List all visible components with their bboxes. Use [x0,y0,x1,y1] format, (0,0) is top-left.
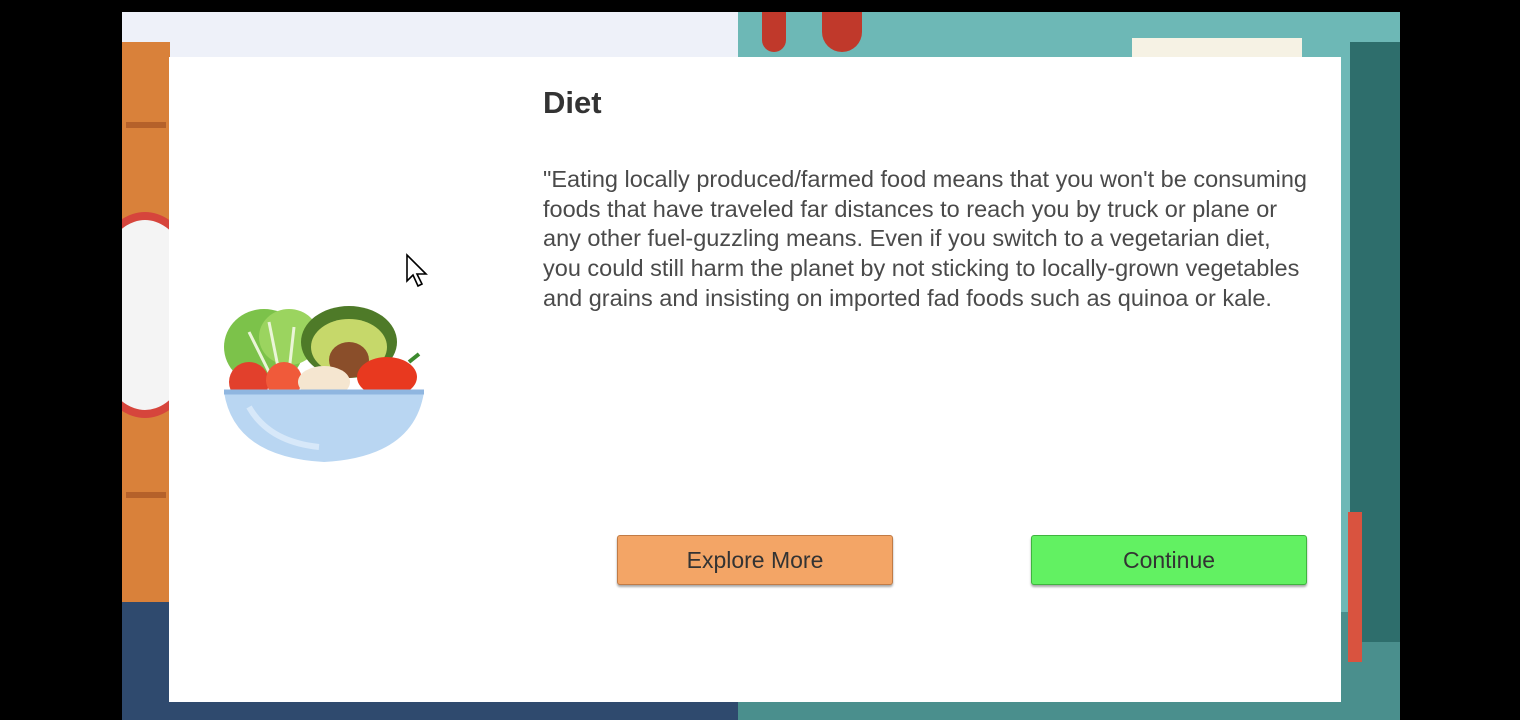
mouse-pointer-icon [406,253,428,288]
dialog-title: Diet [543,85,602,120]
scene-lamp [822,12,862,52]
explore-more-label: Explore More [686,546,824,573]
info-dialog: Diet "Eating locally produced/farmed foo… [169,57,1341,702]
continue-label: Continue [1122,546,1216,573]
scene-lamp [762,12,786,52]
scene-decoration [1348,512,1362,662]
salad-bowl-icon [224,306,424,462]
dialog-body-text: "Eating locally produced/farmed food mea… [543,166,1307,311]
shelf-row [126,122,166,128]
continue-button[interactable]: Continue [1031,535,1307,585]
explore-more-button[interactable]: Explore More [617,535,893,585]
shelf-row [126,492,166,498]
